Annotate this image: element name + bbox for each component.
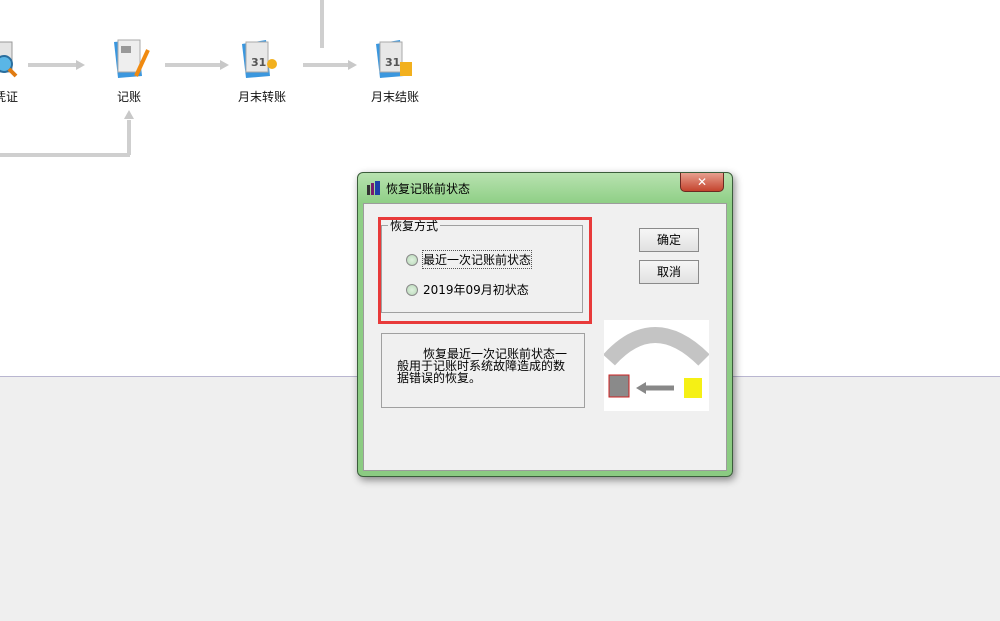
svg-text:31: 31 xyxy=(251,56,266,69)
flow-arrow xyxy=(76,60,85,70)
voucher-search-icon[interactable] xyxy=(0,38,22,82)
calendar-coins-icon[interactable]: 31 xyxy=(372,36,416,80)
dialog-body: 恢复方式 最近一次记账前状态 2019年09月初状态 确定 取消 恢复最近一次记… xyxy=(363,203,727,471)
flow-arrow xyxy=(220,60,229,70)
flow-connector xyxy=(0,153,130,157)
cancel-button[interactable]: 取消 xyxy=(639,260,699,284)
flow-label-month-close[interactable]: 月末结账 xyxy=(371,88,419,105)
ok-button[interactable]: 确定 xyxy=(639,228,699,252)
close-button[interactable]: ✕ xyxy=(680,173,724,192)
flow-connector xyxy=(303,63,348,67)
restore-illustration-icon xyxy=(603,320,710,411)
app-books-icon xyxy=(366,181,382,198)
flow-arrow xyxy=(348,60,357,70)
description-text: 恢复最近一次记账前状态一般用于记账时系统故障造成的数据错误的恢复。 xyxy=(397,347,568,385)
flow-connector xyxy=(320,0,324,48)
flow-label-voucher[interactable]: 凭证 xyxy=(0,88,18,105)
flow-connector xyxy=(127,120,131,155)
flow-connector xyxy=(28,63,78,67)
flow-label-post[interactable]: 记账 xyxy=(117,88,141,105)
description-box: 恢复最近一次记账前状态一般用于记账时系统故障造成的数据错误的恢复。 xyxy=(381,333,585,408)
ledger-icon[interactable] xyxy=(108,36,152,80)
flow-label-month-transfer[interactable]: 月末转账 xyxy=(238,88,286,105)
flow-arrow xyxy=(124,110,134,119)
svg-text:31: 31 xyxy=(385,56,400,69)
dialog-title: 恢复记账前状态 xyxy=(386,182,471,196)
calendar-transfer-icon[interactable]: 31 xyxy=(238,36,282,80)
restore-dialog: 恢复记账前状态 ✕ 恢复方式 最近一次记账前状态 2019年09月初状态 确定 … xyxy=(357,172,733,477)
flow-connector xyxy=(165,63,220,67)
highlight-box xyxy=(378,217,592,324)
